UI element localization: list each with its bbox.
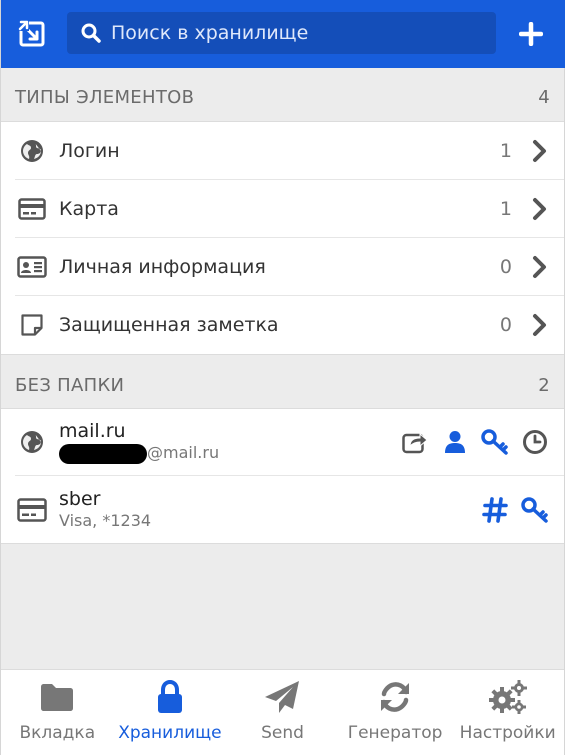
launch-icon[interactable] [400,427,430,457]
vault-app: ТИПЫ ЭЛЕМЕНТОВ 4 Логин 1 [0,0,565,755]
chevron-right-icon [530,255,550,279]
type-count: 1 [499,139,512,162]
id-card-icon [15,255,49,278]
sticky-note-icon [15,313,49,337]
copy-security-code-icon[interactable] [520,495,550,525]
copy-number-icon[interactable] [480,495,510,525]
tab-vault[interactable]: Хранилище [114,670,227,755]
item-title: mail.ru [59,420,126,442]
item-subtitle-row: @mail.ru [59,442,400,464]
paper-plane-icon [263,677,301,717]
tab-label: Хранилище [118,723,222,743]
chevron-right-icon [530,139,550,163]
type-label: Карта [59,197,119,220]
popout-button[interactable] [1,0,63,68]
folder-icon [39,677,75,717]
cogs-icon [488,677,528,717]
top-bar [1,0,565,68]
plus-icon [519,22,543,46]
bottom-tab-bar: Вкладка Хранилище Send Генератор Настрой… [1,669,564,755]
vault-item-sber[interactable]: sber Visa, *1234 [15,476,564,543]
globe-icon [15,429,49,455]
no-folder-heading: БЕЗ ПАПКИ [15,374,125,396]
item-actions [400,427,550,457]
types-list: Логин 1 Карта 1 Личная информация 0 Защи… [1,121,564,355]
tab-generator[interactable]: Генератор [339,670,452,755]
search-icon [81,23,101,43]
globe-icon [15,138,49,164]
no-folder-count: 2 [538,374,550,396]
type-count: 0 [499,314,512,336]
search-box[interactable] [67,12,496,54]
copy-username-icon[interactable] [440,427,470,457]
type-label: Защищенная заметка [59,314,279,336]
copy-totp-icon[interactable] [520,427,550,457]
tab-label: Настройки [459,723,556,743]
type-count: 1 [499,197,512,220]
no-folder-section-header: БЕЗ ПАПКИ 2 [1,358,564,412]
redaction-mark [59,443,147,464]
types-heading: ТИПЫ ЭЛЕМЕНТОВ [15,86,195,108]
type-row-card[interactable]: Карта 1 [15,180,564,238]
item-title: sber [59,487,101,510]
add-item-button[interactable] [496,0,565,68]
chevron-right-icon [530,313,550,337]
type-label: Логин [59,139,120,162]
search-input[interactable] [111,22,491,44]
no-folder-list: mail.ru @mail.ru sber Visa, *1234 [1,408,564,544]
type-count: 0 [499,255,512,278]
tab-label: Генератор [347,723,443,743]
tab-label: Вкладка [19,723,96,743]
chevron-right-icon [530,197,550,221]
item-actions [480,495,550,525]
types-count: 4 [538,86,550,108]
type-row-login[interactable]: Логин 1 [15,122,564,180]
copy-password-icon[interactable] [480,427,510,457]
credit-card-icon [15,497,49,522]
item-subtitle: Visa, *1234 [59,510,152,530]
lock-icon [156,677,184,717]
tab-current-tab[interactable]: Вкладка [1,670,114,755]
types-section-header: ТИПЫ ЭЛЕМЕНТОВ 4 [1,70,564,124]
type-label: Личная информация [59,255,266,278]
tab-settings[interactable]: Настройки [451,670,564,755]
type-row-secure-note[interactable]: Защищенная заметка 0 [15,296,564,354]
refresh-icon [378,677,412,717]
type-row-identity[interactable]: Личная информация 0 [15,238,564,296]
credit-card-icon [15,197,49,220]
tab-label: Send [261,723,304,743]
item-subtitle: @mail.ru [147,443,220,462]
vault-item-mailru[interactable]: mail.ru @mail.ru [15,409,564,476]
popout-icon [18,20,45,47]
tab-send[interactable]: Send [226,670,339,755]
